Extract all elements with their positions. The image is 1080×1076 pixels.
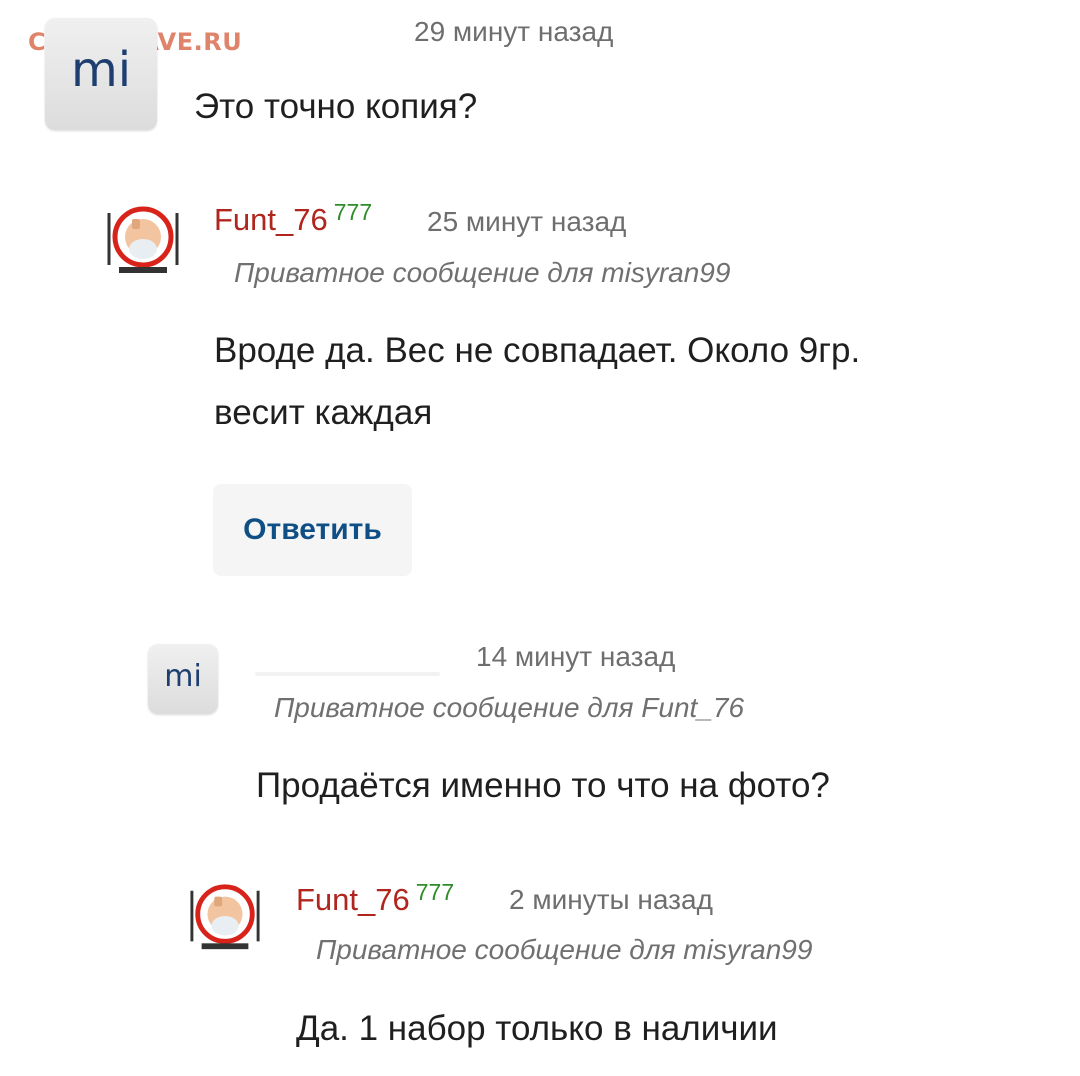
user-rating: 777 [333, 198, 373, 225]
comment-text: Это точно копия? [194, 87, 478, 126]
funt-avatar-icon[interactable] [188, 882, 262, 954]
username-link[interactable]: Funt_76 [296, 882, 410, 917]
comment-header: Funt_76 777 [214, 198, 373, 238]
private-label: Приватное сообщение для misyran99 [234, 257, 731, 288]
comment-text: Вроде да. Вес не совпадает. Около 9гр. в… [214, 320, 860, 444]
reply-button[interactable]: Ответить [213, 484, 412, 576]
comment-text-line: весит каждая [214, 393, 433, 432]
comment-text: Продаётся именно то что на фото? [256, 766, 830, 805]
username-link[interactable]: Funt_76 [214, 202, 328, 237]
private-label: Приватное сообщение для misyran99 [316, 934, 813, 965]
hidden-username [255, 672, 440, 676]
comment-time: 2 минуты назад [509, 884, 713, 915]
comment-header: Funt_76 777 [296, 878, 455, 918]
comment-time: 25 минут назад [427, 206, 627, 237]
private-label: Приватное сообщение для Funt_76 [274, 692, 745, 723]
comment-text-line: Вроде да. Вес не совпадает. Около 9гр. [214, 331, 861, 370]
comment-text: Да. 1 набор только в наличии [296, 1009, 778, 1048]
comment-time: 14 минут назад [476, 641, 676, 672]
comment-time: 29 минут назад [414, 16, 614, 47]
funt-avatar-icon[interactable] [105, 205, 181, 277]
avatar[interactable]: mi [45, 18, 157, 130]
user-rating: 777 [415, 878, 455, 905]
avatar[interactable]: mi [148, 644, 218, 714]
avatar-text: mi [164, 659, 202, 694]
avatar-text: mi [70, 42, 132, 98]
